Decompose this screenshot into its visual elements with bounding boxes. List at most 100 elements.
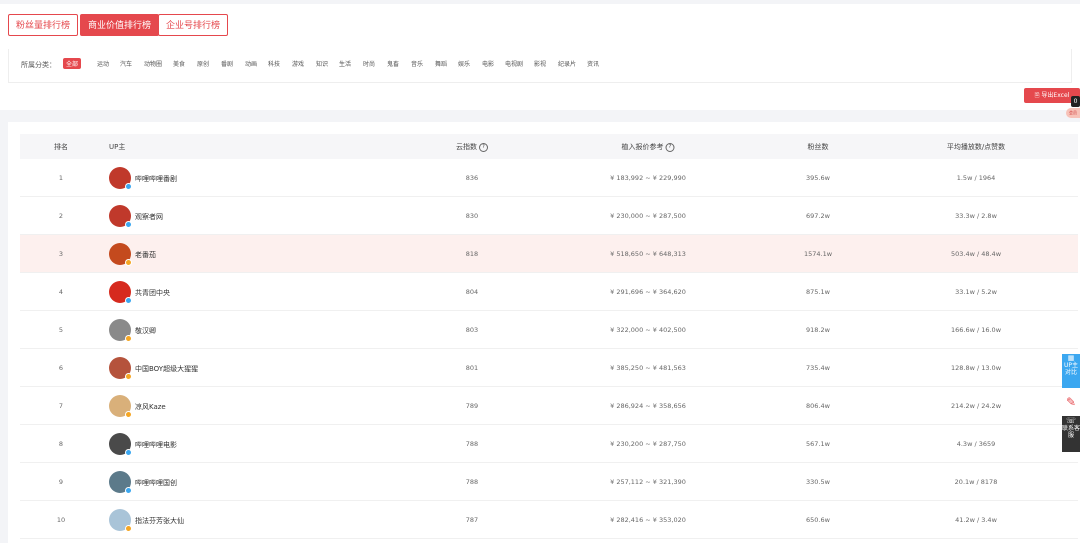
category-item[interactable]: 知识 (316, 59, 328, 68)
fans-cell: 1574.1w (803, 250, 833, 258)
category-item[interactable]: 全部 (63, 58, 82, 69)
table-row[interactable]: 9 哔哩哔哩国创 788 ¥ 257,112 ~ ¥ 321,390 330.5w 20.… (20, 463, 1078, 501)
rank-cell: 4 (58, 288, 64, 296)
category-item[interactable]: 纪录片 (558, 59, 576, 68)
vip-tip: 会员 (1066, 108, 1080, 118)
header-price-label: 植入报价参考 (621, 143, 664, 151)
category-item[interactable]: 生活 (339, 59, 351, 68)
category-item[interactable]: 影视 (534, 59, 546, 68)
ranking-panel: 粉丝量排行榜 商业价值排行榜 企业号排行榜 所属分类： 全部 运动 汽车 动物圈 美食 原创 番… (0, 4, 1080, 118)
table-header: 排名 UP主 云指数? 植入报价参考? 粉丝数 平均播放数/点赞数 (20, 134, 1078, 159)
contact-service-button[interactable]: ☏ 联系客服 (1062, 416, 1080, 452)
index-cell: 830 (465, 212, 479, 220)
verified-badge-icon (125, 335, 132, 342)
up-name-link[interactable]: 观察者网 (135, 212, 163, 222)
up-name-link[interactable]: 哔哩哔哩国创 (135, 478, 177, 488)
rank-cell: 9 (58, 478, 64, 486)
up-name-link[interactable]: 中国BOY超级大猩猩 (135, 364, 198, 374)
header-avg: 平均播放数/点赞数 (946, 143, 1006, 151)
fans-cell: 697.2w (806, 212, 830, 220)
price-cell: ¥ 322,000 ~ ¥ 402,500 (610, 326, 686, 334)
verified-badge-icon (125, 183, 132, 190)
category-item[interactable]: 动画 (245, 59, 257, 68)
fans-cell: 650.6w (806, 516, 830, 524)
fans-cell: 918.2w (806, 326, 830, 334)
category-item[interactable]: 游戏 (292, 59, 304, 68)
category-item[interactable]: 电视剧 (505, 59, 523, 68)
table-row[interactable]: 2 观察者网 830 ¥ 230,000 ~ ¥ 287,500 697.2w 33.3w… (20, 197, 1078, 235)
category-item[interactable]: 资讯 (587, 59, 599, 68)
avg-cell: 4.3w / 3659 (956, 440, 996, 448)
up-name-link[interactable]: 指法芬芳张大仙 (135, 516, 184, 526)
table-row[interactable]: 4 共青团中央 804 ¥ 291,696 ~ ¥ 364,620 875.1w 33.1… (20, 273, 1078, 311)
avg-cell: 166.6w / 16.0w (950, 326, 1002, 334)
index-cell: 788 (465, 440, 479, 448)
table-row[interactable]: 10 指法芬芳张大仙 787 ¥ 282,416 ~ ¥ 353,020 650.6w 4… (20, 501, 1078, 539)
tab-2[interactable]: 企业号排行榜 (158, 14, 229, 36)
compare-label: UP主对比 (1063, 362, 1078, 376)
price-cell: ¥ 518,650 ~ ¥ 648,313 (610, 250, 686, 258)
category-item[interactable]: 科技 (268, 59, 280, 68)
up-name-link[interactable]: 共青团中央 (135, 288, 170, 298)
rank-cell: 2 (58, 212, 64, 220)
fans-cell: 330.5w (806, 478, 830, 486)
price-cell: ¥ 286,924 ~ ¥ 358,656 (610, 402, 686, 410)
category-item[interactable]: 美食 (173, 59, 185, 68)
fans-cell: 875.1w (806, 288, 830, 296)
table-row[interactable]: 7 凉风Kaze 789 ¥ 286,924 ~ ¥ 358,656 806.4w 214… (20, 387, 1078, 425)
tab-1[interactable]: 商业价值排行榜 (80, 14, 160, 36)
index-cell: 801 (465, 364, 479, 372)
category-item[interactable]: 娱乐 (458, 59, 470, 68)
table-row[interactable]: 1 哔哩哔哩番剧 836 ¥ 183,992 ~ ¥ 229,990 395.6w 1.5… (20, 159, 1078, 197)
index-cell: 818 (465, 250, 479, 258)
price-cell: ¥ 291,696 ~ ¥ 364,620 (610, 288, 686, 296)
category-item[interactable]: 动物圈 (144, 59, 162, 68)
category-item[interactable]: 运动 (97, 59, 109, 68)
up-name-link[interactable]: 哔哩哔哩电影 (135, 440, 177, 450)
verified-badge-icon (125, 487, 132, 494)
up-name-link[interactable]: 老番茄 (135, 250, 156, 260)
category-filter: 所属分类： 全部 运动 汽车 动物圈 美食 原创 番剧 动画 科技 游戏 知识 生活 时尚 鬼畜 音乐 舞蹈 娱… (8, 49, 1072, 83)
rank-cell: 3 (58, 250, 64, 258)
ranking-table: 排名 UP主 云指数? 植入报价参考? 粉丝数 平均播放数/点赞数 1 哔哩哔哩番… (8, 122, 1080, 543)
price-cell: ¥ 230,200 ~ ¥ 287,750 (610, 440, 686, 448)
verified-badge-icon (125, 525, 132, 532)
rank-cell: 1 (58, 174, 64, 182)
category-item[interactable]: 汽车 (120, 59, 132, 68)
category-item[interactable]: 番剧 (221, 59, 233, 68)
fans-cell: 735.4w (806, 364, 830, 372)
category-item[interactable]: 音乐 (411, 59, 423, 68)
index-cell: 836 (465, 174, 479, 182)
index-cell: 789 (465, 402, 479, 410)
up-compare-button[interactable]: ▦ UP主对比 (1062, 354, 1080, 388)
category-item[interactable]: 电影 (482, 59, 494, 68)
help-icon[interactable]: ? (479, 142, 488, 152)
table-row[interactable]: 3 老番茄 818 ¥ 518,650 ~ ¥ 648,313 1574.1w 503.4… (20, 235, 1078, 273)
price-cell: ¥ 183,992 ~ ¥ 229,990 (610, 174, 686, 182)
price-cell: ¥ 385,250 ~ ¥ 481,563 (610, 364, 686, 372)
table-row[interactable]: 6 中国BOY超级大猩猩 801 ¥ 385,250 ~ ¥ 481,563 735.4… (20, 349, 1078, 387)
header-rank: 排名 (54, 143, 68, 151)
up-name-link[interactable]: 凉风Kaze (135, 402, 166, 412)
avg-cell: 41.2w / 3.4w (955, 516, 997, 524)
table-row[interactable]: 8 哔哩哔哩电影 788 ¥ 230,200 ~ ¥ 287,750 567.1w 4.3… (20, 425, 1078, 463)
help-icon[interactable]: ? (665, 142, 675, 152)
category-item[interactable]: 鬼畜 (387, 59, 399, 68)
verified-badge-icon (125, 373, 132, 380)
avg-cell: 128.8w / 13.0w (950, 364, 1002, 372)
up-name-link[interactable]: 哔哩哔哩番剧 (135, 174, 177, 184)
tab-0[interactable]: 粉丝量排行榜 (8, 14, 79, 36)
avg-cell: 20.1w / 8178 (954, 478, 998, 486)
headset-icon: ☏ (1065, 416, 1076, 425)
feedback-icon[interactable]: ✎ (1062, 390, 1080, 414)
up-name-link[interactable]: 敬汉卿 (135, 326, 156, 336)
index-cell: 804 (465, 288, 479, 296)
filter-label: 所属分类： (21, 61, 56, 69)
rank-cell: 5 (58, 326, 64, 334)
export-label: 导出Excel (1041, 92, 1070, 99)
category-item[interactable]: 舞蹈 (435, 59, 447, 68)
header-price: 植入报价参考? (622, 142, 675, 152)
category-item[interactable]: 时尚 (363, 59, 375, 68)
table-row[interactable]: 5 敬汉卿 803 ¥ 322,000 ~ ¥ 402,500 918.2w 166.6w… (20, 311, 1078, 349)
category-item[interactable]: 原创 (197, 59, 209, 68)
